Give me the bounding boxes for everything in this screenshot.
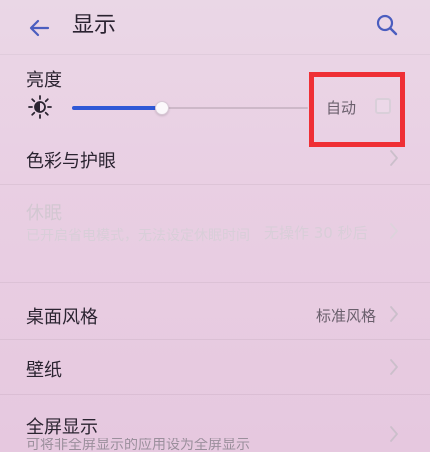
search-icon[interactable]: [372, 10, 402, 40]
page-title: 显示: [72, 13, 117, 38]
row-sleep-subtitle: 已开启省电模式，无法设定休眠时间: [26, 228, 250, 244]
top-app-bar: 显示: [0, 0, 430, 54]
row-desktop-style-value: 标准风格: [315, 307, 376, 325]
row-sleep-title: 休眠: [26, 203, 62, 224]
row-fullscreen-title[interactable]: 全屏显示: [26, 413, 98, 439]
row-divider: [0, 282, 430, 283]
row-sleep-value: 无操作 30 秒后: [264, 224, 368, 242]
chevron-right-icon: [388, 305, 400, 323]
back-arrow-icon[interactable]: [24, 12, 56, 44]
header-divider: [0, 54, 430, 55]
chevron-right-icon: [388, 358, 400, 376]
row-divider: [0, 339, 430, 340]
row-divider: [0, 394, 430, 395]
chevron-right-icon: [388, 425, 400, 443]
brightness-slider[interactable]: [72, 99, 308, 117]
slider-thumb[interactable]: [154, 101, 169, 115]
auto-brightness-checkbox[interactable]: [375, 98, 391, 114]
row-divider: [0, 184, 430, 185]
chevron-right-icon: [388, 222, 400, 240]
sun-icon: [28, 95, 52, 119]
row-wallpaper-title[interactable]: 壁纸: [26, 356, 62, 382]
slider-fill: [72, 106, 162, 110]
brightness-label: 亮度: [26, 70, 62, 91]
row-fullscreen-subtitle: 可将非全屏显示的应用设为全屏显示: [26, 438, 250, 452]
chevron-right-icon: [388, 149, 400, 167]
auto-brightness-label: 自动: [326, 99, 357, 117]
row-color-eye-title[interactable]: 色彩与护眼: [26, 147, 116, 173]
row-desktop-style-title[interactable]: 桌面风格: [26, 303, 98, 329]
